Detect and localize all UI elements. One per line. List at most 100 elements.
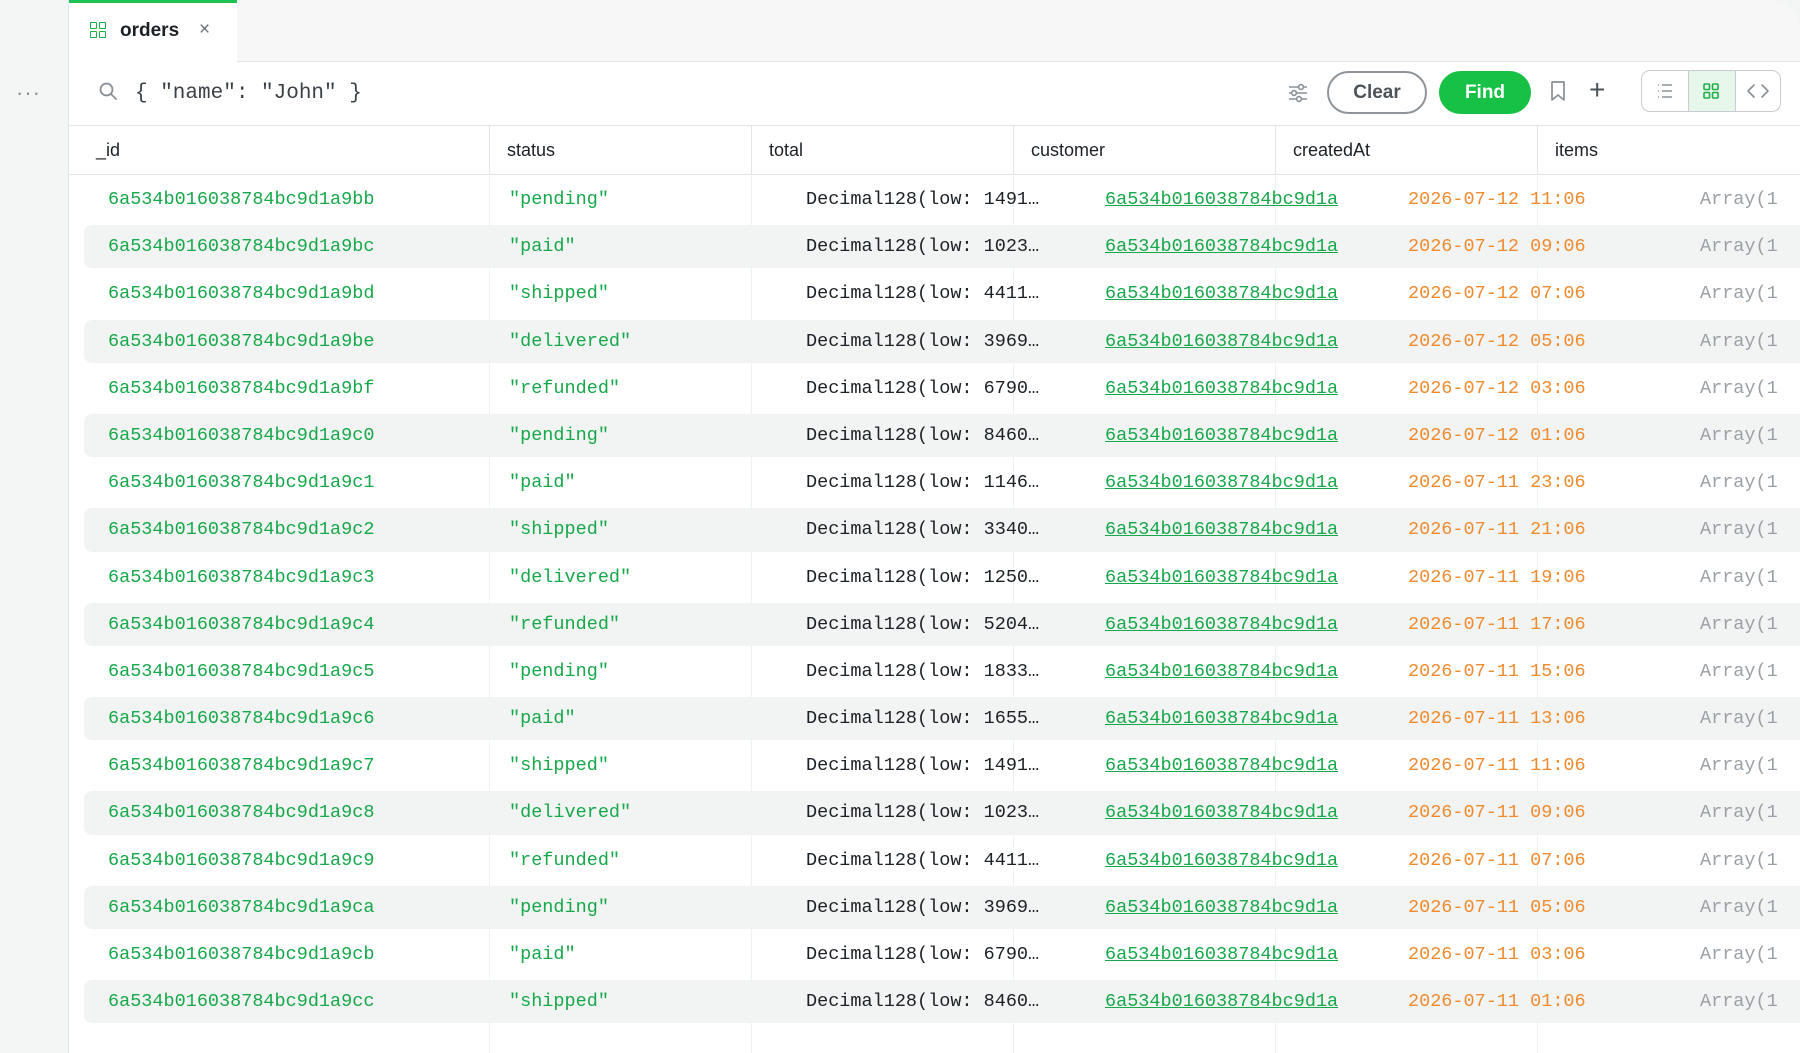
cell-customer-link[interactable]: 6a534b016038784bc9d1a <box>1105 270 1338 317</box>
cell-created-at: 2026-07-11 21:06 <box>1408 519 1586 541</box>
cell-items: Array(1 <box>1700 991 1778 1013</box>
tab-bar: orders × <box>69 0 1800 62</box>
list-view-button[interactable] <box>1642 71 1688 111</box>
cell-status: "pending" <box>509 189 609 210</box>
cell-customer-link[interactable]: 6a534b016038784bc9d1a <box>1105 223 1338 270</box>
column-header-createdat[interactable]: createdAt <box>1275 126 1537 174</box>
cell-created-at: 2026-07-11 05:06 <box>1408 896 1586 918</box>
table-row[interactable]: 6a534b016038784bc9d1a9c6 "paid" Decimal128… <box>69 695 1800 742</box>
add-icon[interactable]: + <box>1589 76 1605 104</box>
cell-total: Decimal128(low: 5204… <box>806 613 1040 635</box>
cell-id: 6a534b016038784bc9d1a9c5 <box>108 660 375 682</box>
cell-id: 6a534b016038784bc9d1a9be <box>108 330 375 352</box>
cell-customer-link[interactable]: 6a534b016038784bc9d1a <box>1105 978 1338 1025</box>
bookmark-icon[interactable] <box>1548 79 1568 103</box>
cell-created-at: 2026-07-11 23:06 <box>1408 472 1586 494</box>
cell-customer-link[interactable]: 6a534b016038784bc9d1a <box>1105 318 1338 365</box>
cell-customer-link[interactable]: 6a534b016038784bc9d1a <box>1105 742 1338 789</box>
table-row[interactable]: 6a534b016038784bc9d1a9c5 "pending" Decimal… <box>69 648 1800 695</box>
cell-customer-link[interactable]: 6a534b016038784bc9d1a <box>1105 837 1338 884</box>
cell-status: "paid" <box>509 472 576 494</box>
table-row[interactable]: 6a534b016038784bc9d1a9c1 "paid" Decimal128… <box>69 459 1800 506</box>
cell-status: "delivered" <box>509 330 632 352</box>
cell-total: Decimal128(low: 1833… <box>806 660 1040 682</box>
cell-total: Decimal128(low: 3340… <box>806 519 1040 541</box>
cell-customer-link[interactable]: 6a534b016038784bc9d1a <box>1105 365 1338 412</box>
cell-customer-link[interactable]: 6a534b016038784bc9d1a <box>1105 176 1338 223</box>
cell-id: 6a534b016038784bc9d1a9bf <box>108 377 375 399</box>
cell-id: 6a534b016038784bc9d1a9bd <box>108 283 375 305</box>
column-header-id[interactable]: _id <box>69 126 489 174</box>
cell-customer-link[interactable]: 6a534b016038784bc9d1a <box>1105 789 1338 836</box>
cell-customer-link[interactable]: 6a534b016038784bc9d1a <box>1105 506 1338 553</box>
cell-total: Decimal128(low: 1023… <box>806 236 1040 258</box>
cell-status: "pending" <box>509 424 609 446</box>
cell-id: 6a534b016038784bc9d1a9c9 <box>108 849 375 871</box>
filter-options-icon[interactable] <box>1285 80 1311 106</box>
table-row[interactable]: 6a534b016038784bc9d1a9ca "pending" Decimal… <box>69 884 1800 931</box>
table-row[interactable]: 6a534b016038784bc9d1a9c4 "refunded" Decima… <box>69 601 1800 648</box>
table-row[interactable]: 6a534b016038784bc9d1a9c7 "shipped" Decimal… <box>69 742 1800 789</box>
table-view-button[interactable] <box>1688 71 1736 111</box>
table-row[interactable]: 6a534b016038784bc9d1a9be "delivered" Decim… <box>69 318 1800 365</box>
cell-customer-link[interactable]: 6a534b016038784bc9d1a <box>1105 459 1338 506</box>
cell-items: Array(1 <box>1700 330 1778 352</box>
cell-id: 6a534b016038784bc9d1a9c8 <box>108 802 375 824</box>
cell-items: Array(1 <box>1700 613 1778 635</box>
cell-id: 6a534b016038784bc9d1a9c4 <box>108 613 375 635</box>
cell-customer-link[interactable]: 6a534b016038784bc9d1a <box>1105 554 1338 601</box>
cell-id: 6a534b016038784bc9d1a9bb <box>108 189 375 210</box>
collection-panel: orders × Clear Find + <box>69 0 1800 1053</box>
table-row[interactable]: 6a534b016038784bc9d1a9bf "refunded" Decima… <box>69 365 1800 412</box>
close-icon[interactable]: × <box>199 19 210 41</box>
column-header-total[interactable]: total <box>751 126 1013 174</box>
table-row[interactable]: 6a534b016038784bc9d1a9bc "paid" Decimal128… <box>69 223 1800 270</box>
cell-created-at: 2026-07-12 03:06 <box>1408 377 1586 399</box>
cell-items: Array(1 <box>1700 424 1778 446</box>
table-row[interactable]: 6a534b016038784bc9d1a9cc "shipped" Decimal… <box>69 978 1800 1025</box>
cell-customer-link[interactable]: 6a534b016038784bc9d1a <box>1105 412 1338 459</box>
table-row[interactable]: 6a534b016038784bc9d1a9c9 "refunded" Decima… <box>69 837 1800 884</box>
cell-customer-link[interactable]: 6a534b016038784bc9d1a <box>1105 931 1338 978</box>
table-row[interactable]: 6a534b016038784bc9d1a9c3 "delivered" Decim… <box>69 554 1800 601</box>
cell-customer-link[interactable]: 6a534b016038784bc9d1a <box>1105 884 1338 931</box>
cell-items: Array(1 <box>1700 896 1778 918</box>
cell-items: Array(1 <box>1700 377 1778 399</box>
cell-items: Array(1 <box>1700 566 1778 588</box>
cell-customer-link[interactable]: 6a534b016038784bc9d1a <box>1105 695 1338 742</box>
tab-orders[interactable]: orders × <box>69 0 237 62</box>
query-input[interactable] <box>131 73 1139 113</box>
cell-total: Decimal128(low: 6790… <box>806 944 1040 965</box>
json-view-button[interactable] <box>1735 71 1780 111</box>
column-header-items[interactable]: items <box>1537 126 1800 174</box>
cell-created-at: 2026-07-11 07:06 <box>1408 849 1586 871</box>
cell-status: "pending" <box>509 660 609 682</box>
table-row[interactable]: 6a534b016038784bc9d1a9c0 "pending" Decimal… <box>69 412 1800 459</box>
cell-created-at: 2026-07-11 15:06 <box>1408 660 1586 682</box>
table-row[interactable]: 6a534b016038784bc9d1a9bd "shipped" Decimal… <box>69 270 1800 317</box>
more-icon[interactable]: ··· <box>16 80 41 106</box>
cell-total: Decimal128(low: 3969… <box>806 330 1040 352</box>
table-row[interactable]: 6a534b016038784bc9d1a9c2 "shipped" Decimal… <box>69 506 1800 553</box>
table-row[interactable]: 6a534b016038784bc9d1a9bb "pending" Decimal… <box>69 176 1800 223</box>
find-button[interactable]: Find <box>1439 71 1531 114</box>
cell-customer-link[interactable]: 6a534b016038784bc9d1a <box>1105 648 1338 695</box>
cell-items: Array(1 <box>1700 519 1778 541</box>
cell-total: Decimal128(low: 4411… <box>806 283 1040 305</box>
cell-status: "shipped" <box>509 519 609 541</box>
cell-id: 6a534b016038784bc9d1a9c7 <box>108 755 375 777</box>
cell-id: 6a534b016038784bc9d1a9cc <box>108 991 375 1013</box>
cell-customer-link[interactable]: 6a534b016038784bc9d1a <box>1105 601 1338 648</box>
column-header-customer[interactable]: customer <box>1013 126 1275 174</box>
cell-id: 6a534b016038784bc9d1a9c6 <box>108 708 375 730</box>
cell-created-at: 2026-07-12 11:06 <box>1408 189 1586 210</box>
table-row[interactable]: 6a534b016038784bc9d1a9c8 "delivered" Decim… <box>69 789 1800 836</box>
column-header-status[interactable]: status <box>489 126 751 174</box>
clear-button[interactable]: Clear <box>1327 71 1427 114</box>
cell-status: "shipped" <box>509 991 609 1013</box>
query-bar: Clear Find + <box>69 62 1800 126</box>
left-rail: ··· <box>0 0 69 1053</box>
view-switcher <box>1641 70 1781 112</box>
cell-status: "refunded" <box>509 849 621 871</box>
table-row[interactable]: 6a534b016038784bc9d1a9cb "paid" Decimal128… <box>69 931 1800 978</box>
